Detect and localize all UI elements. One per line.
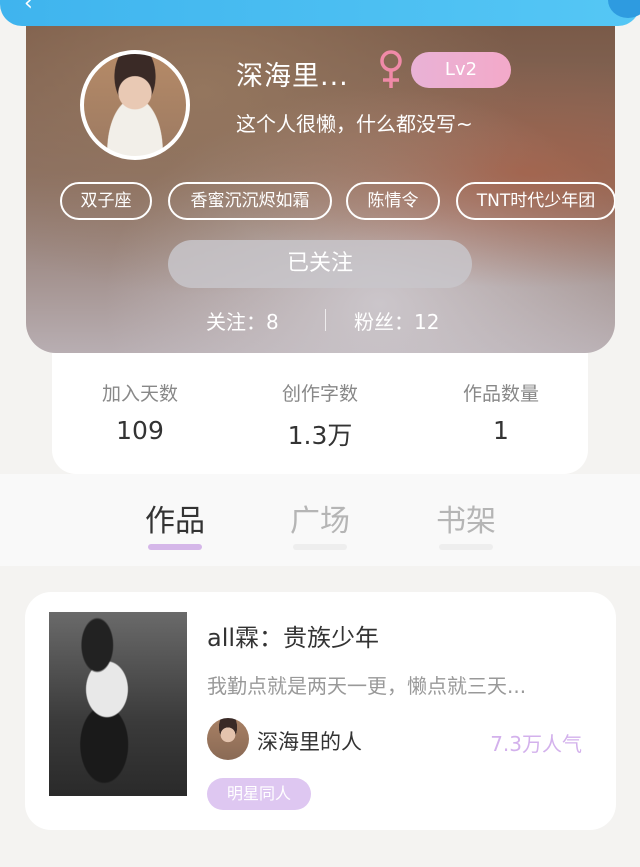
stat-word-count: 创作字数 1.3万: [250, 379, 390, 452]
work-description: 我勤点就是两天一更，懒点就三天...: [207, 674, 527, 698]
author-avatar[interactable]: [207, 718, 249, 760]
follow-button[interactable]: 已关注: [168, 240, 472, 288]
tab-indicator: [293, 544, 347, 550]
popularity-count: 7.3万人气: [490, 732, 582, 756]
avatar[interactable]: [80, 50, 190, 160]
stat-work-count: 作品数量 1: [431, 379, 571, 445]
stat-label: 创作字数: [281, 383, 358, 405]
stat-label: 加入天数: [101, 383, 178, 405]
stat-join-days: 加入天数 109: [70, 379, 210, 445]
back-arrow-icon[interactable]: ‹: [24, 0, 48, 15]
work-card[interactable]: all霖：贵族少年 我勤点就是两天一更，懒点就三天... 深海里的人 7.3万人…: [25, 592, 616, 830]
author-name[interactable]: 深海里的人: [257, 726, 362, 756]
tab-indicator: [439, 544, 493, 550]
tab-active-indicator: [148, 544, 202, 550]
tab-plaza[interactable]: 广场: [280, 496, 360, 540]
tag-chip[interactable]: 双子座: [60, 182, 152, 220]
level-badge: Lv2: [411, 52, 511, 88]
top-bar: ‹: [0, 0, 640, 26]
work-title[interactable]: all霖：贵族少年: [207, 618, 379, 653]
following-label: 关注：: [206, 310, 266, 334]
fans-label: 粉丝：: [354, 310, 414, 334]
stat-value: 1.3万: [287, 421, 353, 450]
tag-chip[interactable]: 香蜜沉沉烬如霜: [168, 182, 332, 220]
profile-header: 深海里... Lv2 这个人很懒，什么都没写~ 双子座 香蜜沉沉烬如霜 陈情令 …: [26, 26, 615, 353]
following-stat[interactable]: 关注：8: [206, 306, 279, 335]
fans-stat[interactable]: 粉丝：12: [354, 306, 439, 335]
tab-works[interactable]: 作品: [135, 496, 215, 540]
divider: [325, 309, 326, 331]
follow-stats: 关注：8 粉丝：12: [26, 306, 615, 334]
work-cover-image[interactable]: [49, 612, 187, 796]
following-count: 8: [266, 310, 279, 334]
menu-button[interactable]: [608, 0, 640, 18]
stat-label: 作品数量: [462, 383, 539, 405]
stat-value: 109: [116, 416, 164, 445]
category-tag[interactable]: 明星同人: [207, 778, 311, 810]
tag-chip[interactable]: TNT时代少年团: [456, 182, 615, 220]
stats-card: 加入天数 109 创作字数 1.3万 作品数量 1: [52, 353, 588, 474]
fans-count: 12: [414, 310, 440, 334]
female-icon: [380, 50, 402, 88]
nickname: 深海里...: [236, 61, 349, 92]
stat-value: 1: [493, 416, 509, 445]
tag-chip[interactable]: 陈情令: [346, 182, 440, 220]
tab-bookshelf[interactable]: 书架: [426, 496, 506, 540]
bio-text: 这个人很懒，什么都没写~: [236, 112, 473, 136]
tab-bar: 作品 广场 书架: [0, 474, 640, 566]
